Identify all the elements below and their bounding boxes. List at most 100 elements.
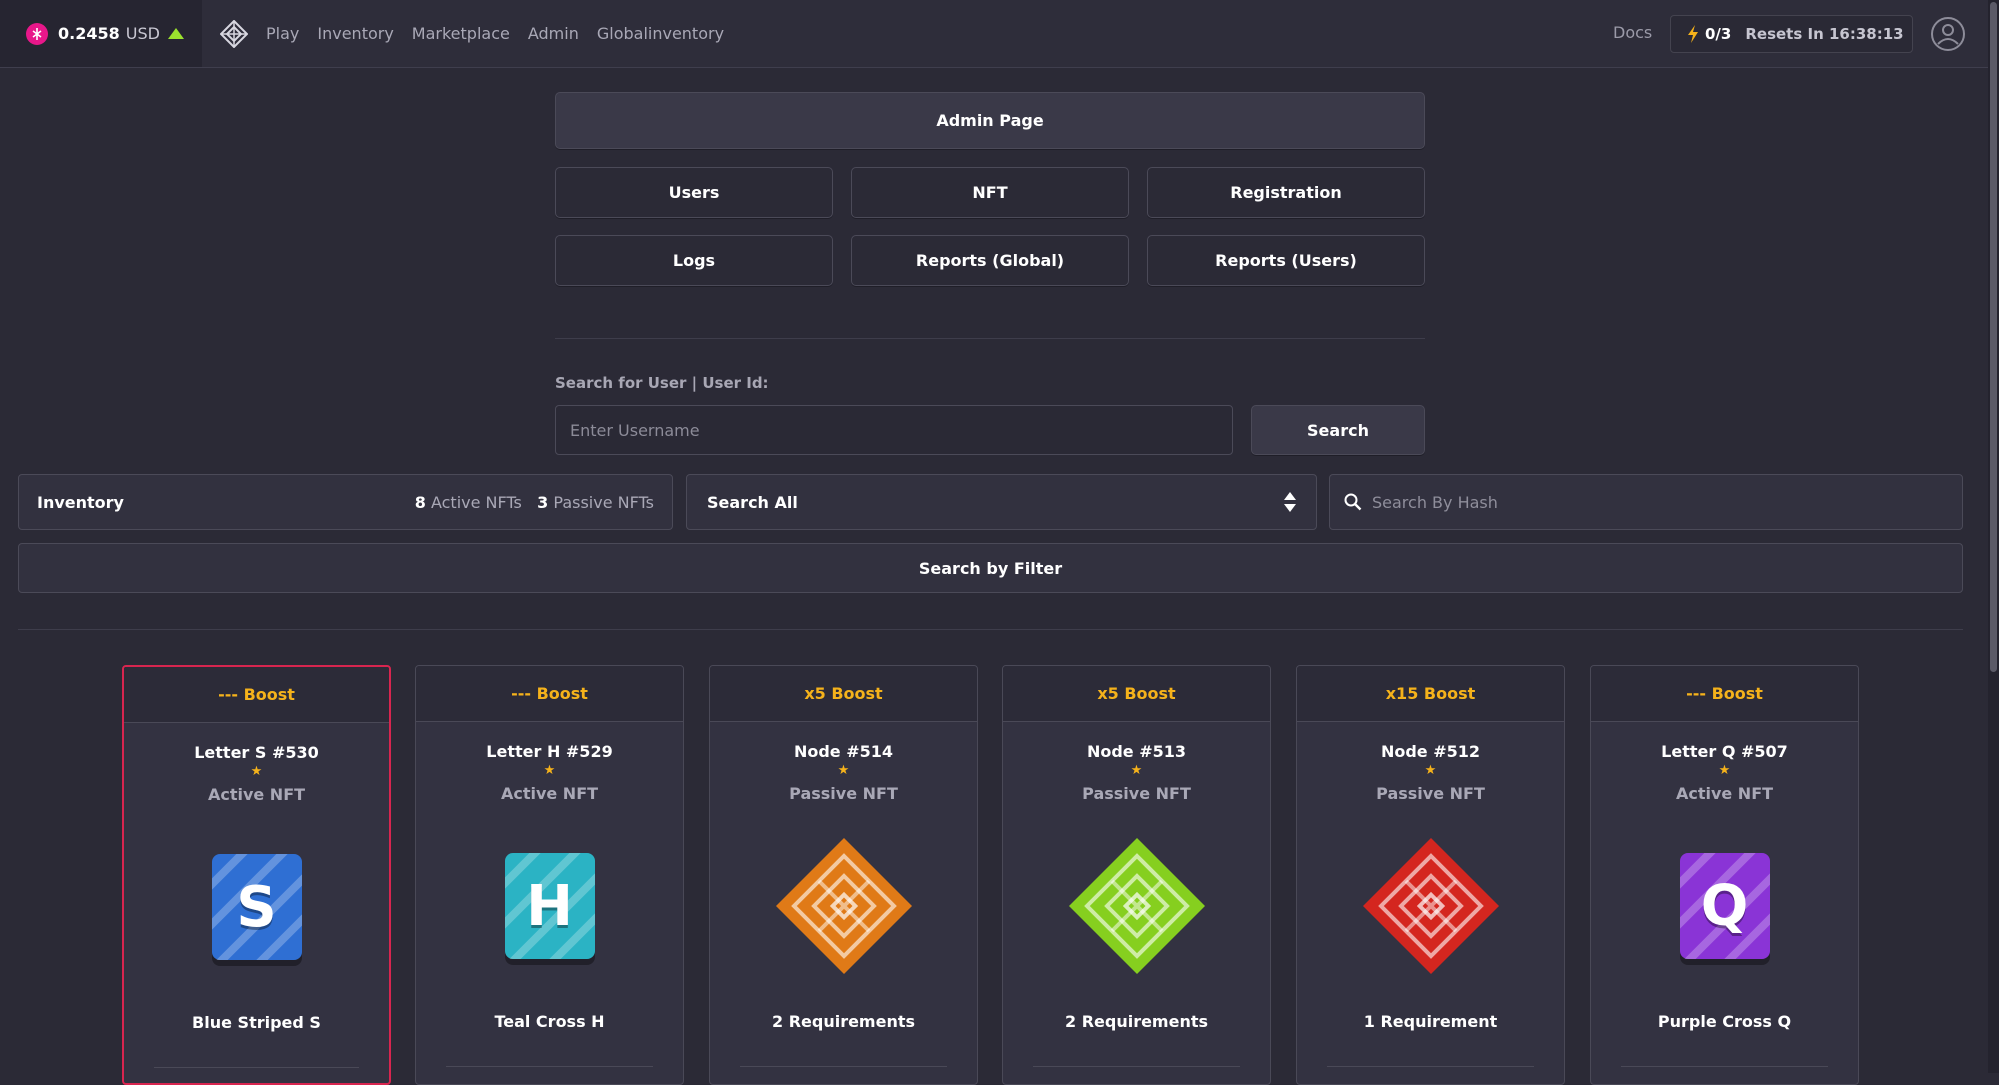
inventory-summary: Inventory 8 Active NFTs 3 Passive NFTs bbox=[18, 474, 673, 530]
nft-button[interactable]: NFT bbox=[851, 167, 1129, 218]
card-boost: --- Boost bbox=[1591, 666, 1858, 722]
user-search-button[interactable]: Search bbox=[1251, 405, 1425, 455]
logs-button[interactable]: Logs bbox=[555, 235, 833, 286]
nav-marketplace[interactable]: Marketplace bbox=[412, 24, 510, 43]
star-icon: ★ bbox=[1130, 763, 1143, 778]
card-description: Blue Striped S bbox=[192, 1013, 321, 1032]
star-icon: ★ bbox=[1424, 763, 1437, 778]
passive-label: Passive NFTs bbox=[553, 492, 654, 512]
reset-timer: Resets In 16:38:13 bbox=[1745, 25, 1904, 43]
price-up-icon bbox=[167, 28, 184, 39]
hash-placeholder: Search By Hash bbox=[1372, 492, 1498, 512]
top-bar: 0.2458 USD Play Inventory Marketplace Ad… bbox=[0, 0, 1999, 68]
lightning-icon bbox=[1688, 25, 1698, 43]
card-title: Node #512 bbox=[1380, 742, 1481, 761]
star-icon: ★ bbox=[250, 764, 263, 779]
passive-count: 3 bbox=[537, 492, 549, 512]
nav-admin[interactable]: Admin bbox=[528, 24, 579, 43]
user-avatar-icon[interactable] bbox=[1931, 17, 1965, 51]
nft-card[interactable]: x15 Boost Node #512 ★ Passive NFT 1 Requ… bbox=[1296, 665, 1565, 1085]
card-title: Node #513 bbox=[1086, 742, 1187, 761]
nft-card[interactable]: x5 Boost Node #514 ★ Passive NFT 2 Requi… bbox=[709, 665, 978, 1085]
nft-card[interactable]: --- Boost Letter Q #507 ★ Active NFT Q P… bbox=[1590, 665, 1859, 1085]
letter-tile-icon: Q bbox=[1679, 853, 1770, 959]
token-coin-icon bbox=[26, 22, 48, 45]
nav-globalinventory[interactable]: Globalinventory bbox=[597, 24, 724, 43]
card-title: Letter S #530 bbox=[194, 743, 319, 762]
card-nft-type: Active NFT bbox=[500, 784, 599, 803]
card-divider bbox=[1033, 1066, 1240, 1067]
card-description: 1 Requirement bbox=[1363, 1012, 1498, 1031]
section-divider bbox=[555, 338, 1425, 339]
nft-card[interactable]: --- Boost Letter S #530 ★ Active NFT S B… bbox=[122, 665, 391, 1085]
active-label: Active NFTs bbox=[430, 492, 522, 512]
card-art bbox=[1003, 826, 1270, 986]
reports-users-button[interactable]: Reports (Users) bbox=[1147, 235, 1425, 286]
card-nft-type: Active NFT bbox=[1675, 784, 1774, 803]
energy-count: 0/3 bbox=[1705, 25, 1732, 43]
inventory-title: Inventory bbox=[37, 492, 124, 512]
letter-tile-icon: H bbox=[504, 853, 595, 959]
token-currency: USD bbox=[125, 24, 160, 43]
app-logo-icon[interactable] bbox=[220, 20, 248, 48]
hash-search-input[interactable]: Search By Hash bbox=[1329, 474, 1963, 530]
docs-link[interactable]: Docs bbox=[1613, 23, 1652, 42]
search-icon bbox=[1344, 493, 1362, 511]
type-filter-select[interactable]: Search All bbox=[686, 474, 1317, 530]
card-title: Letter Q #507 bbox=[1661, 742, 1788, 761]
page-scrollbar[interactable] bbox=[1988, 0, 1999, 1073]
card-boost: x5 Boost bbox=[710, 666, 977, 722]
energy-widget[interactable]: 0/3 Resets In 16:38:13 bbox=[1670, 15, 1913, 53]
letter-tile-icon: S bbox=[211, 854, 302, 960]
active-count: 8 bbox=[414, 492, 426, 512]
card-art bbox=[1297, 826, 1564, 986]
reports-global-button[interactable]: Reports (Global) bbox=[851, 235, 1129, 286]
card-divider bbox=[740, 1066, 947, 1067]
card-boost: x15 Boost bbox=[1297, 666, 1564, 722]
admin-page-button[interactable]: Admin Page bbox=[555, 92, 1425, 149]
select-value: Search All bbox=[707, 492, 798, 512]
card-divider bbox=[1327, 1066, 1534, 1067]
token-price: 0.2458 bbox=[58, 24, 120, 43]
card-title: Letter H #529 bbox=[486, 742, 613, 761]
node-diamond-icon bbox=[775, 838, 912, 974]
star-icon: ★ bbox=[543, 763, 556, 778]
card-art: S bbox=[124, 827, 389, 987]
card-title: Node #514 bbox=[793, 742, 894, 761]
nav-play[interactable]: Play bbox=[266, 24, 299, 43]
star-icon: ★ bbox=[837, 763, 850, 778]
main-nav: Play Inventory Marketplace Admin Globali… bbox=[266, 0, 724, 67]
scrollbar-thumb[interactable] bbox=[1990, 2, 1997, 672]
nft-card[interactable]: --- Boost Letter H #529 ★ Active NFT H T… bbox=[415, 665, 684, 1085]
nft-card[interactable]: x5 Boost Node #513 ★ Passive NFT 2 Requi… bbox=[1002, 665, 1271, 1085]
card-boost: --- Boost bbox=[124, 667, 389, 723]
card-boost: --- Boost bbox=[416, 666, 683, 722]
node-diamond-icon bbox=[1362, 838, 1499, 974]
node-diamond-icon bbox=[1068, 838, 1205, 974]
user-search-label: Search for User | User Id: bbox=[555, 374, 769, 392]
card-nft-type: Passive NFT bbox=[1082, 784, 1191, 803]
users-button[interactable]: Users bbox=[555, 167, 833, 218]
card-nft-type: Passive NFT bbox=[1376, 784, 1485, 803]
card-art bbox=[710, 826, 977, 986]
star-icon: ★ bbox=[1718, 763, 1731, 778]
card-description: Teal Cross H bbox=[494, 1012, 605, 1031]
card-art: Q bbox=[1591, 826, 1858, 986]
registration-button[interactable]: Registration bbox=[1147, 167, 1425, 218]
search-by-filter-button[interactable]: Search by Filter bbox=[18, 543, 1963, 593]
select-arrows-icon bbox=[1284, 492, 1296, 512]
card-boost: x5 Boost bbox=[1003, 666, 1270, 722]
nft-counts: 8 Active NFTs 3 Passive NFTs bbox=[415, 493, 654, 512]
card-divider bbox=[446, 1066, 653, 1067]
card-divider bbox=[154, 1067, 359, 1068]
card-nft-type: Active NFT bbox=[207, 785, 306, 804]
token-price-widget[interactable]: 0.2458 USD bbox=[0, 0, 202, 67]
card-description: 2 Requirements bbox=[771, 1012, 916, 1031]
card-art: H bbox=[416, 826, 683, 986]
nav-inventory[interactable]: Inventory bbox=[317, 24, 393, 43]
card-nft-type: Passive NFT bbox=[789, 784, 898, 803]
card-description: 2 Requirements bbox=[1064, 1012, 1209, 1031]
username-input[interactable]: Enter Username bbox=[555, 405, 1233, 455]
card-divider bbox=[1621, 1066, 1828, 1067]
card-description: Purple Cross Q bbox=[1657, 1012, 1792, 1031]
